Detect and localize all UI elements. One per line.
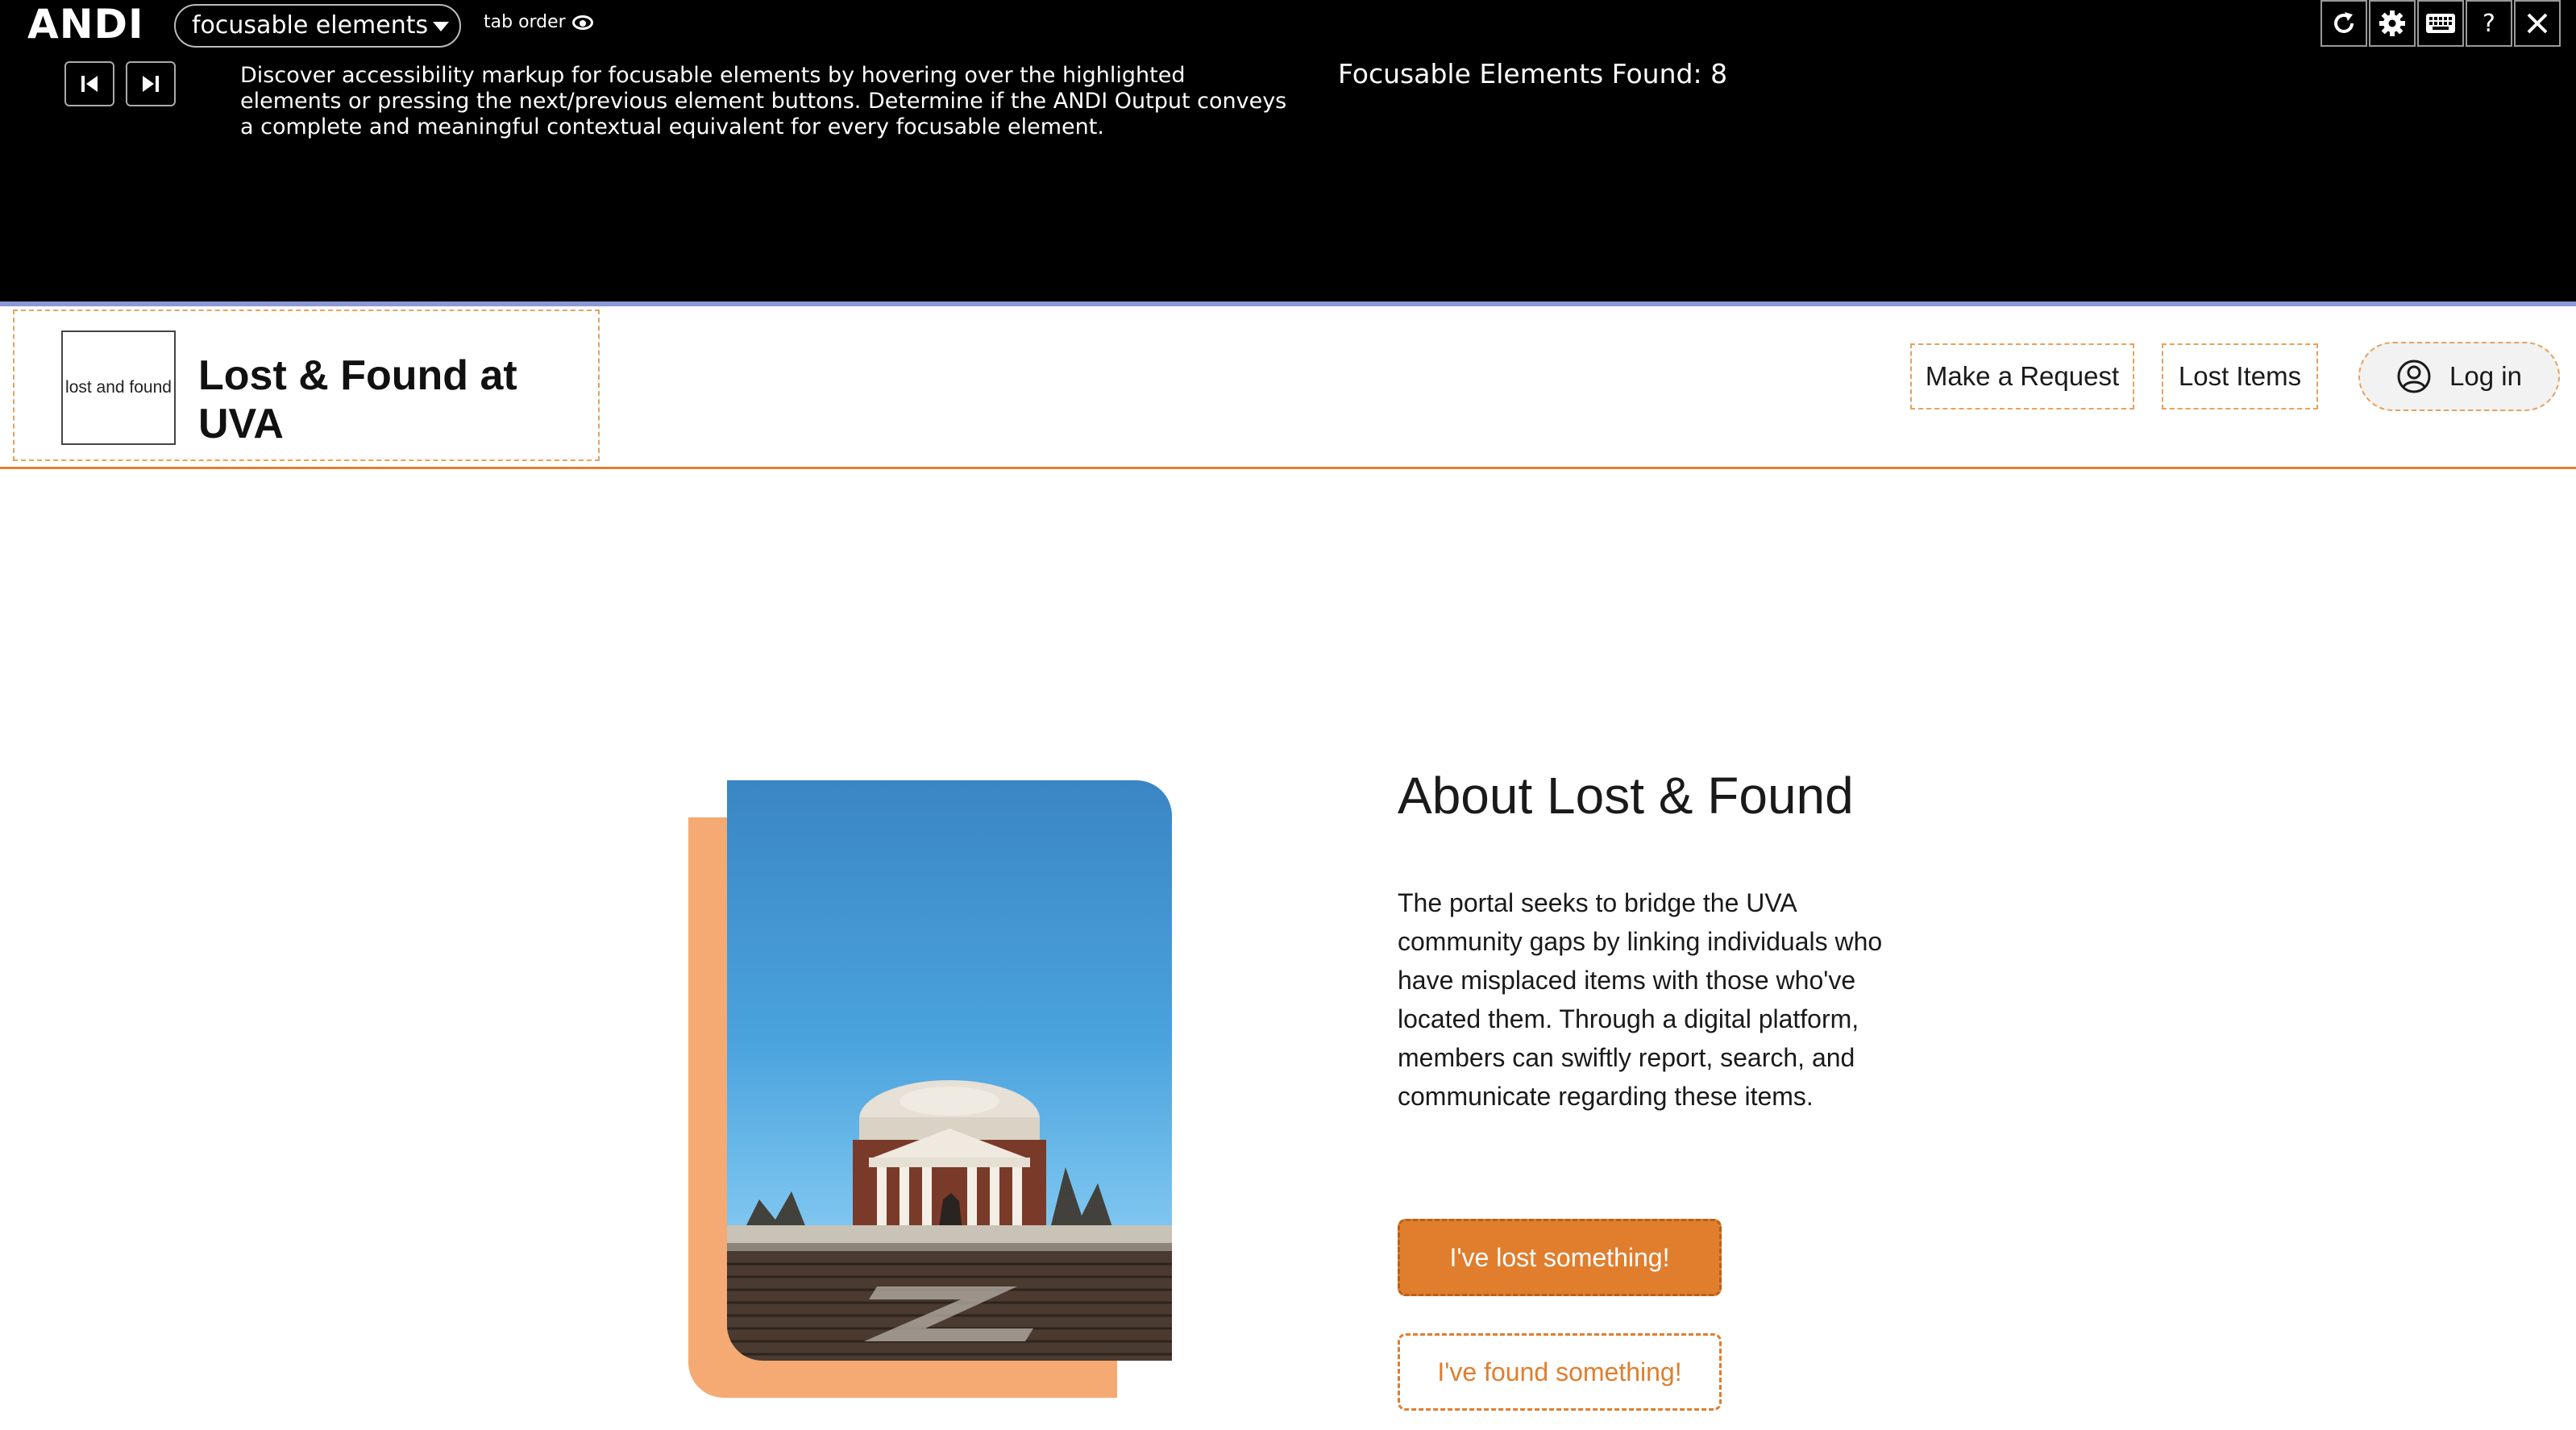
about-heading: About Lost & Found bbox=[1398, 767, 1854, 825]
site-logo-alt-text: lost and found bbox=[65, 378, 172, 397]
previous-element-button[interactable] bbox=[64, 61, 114, 106]
help-icon: ? bbox=[2483, 9, 2495, 38]
keyboard-button[interactable] bbox=[2417, 0, 2464, 47]
focusable-count: Focusable Elements Found: 8 bbox=[1338, 56, 1727, 92]
close-icon bbox=[2527, 13, 2548, 34]
nav-lost-items-label: Lost Items bbox=[2178, 361, 2302, 391]
nav-lost-items[interactable]: Lost Items bbox=[2162, 343, 2318, 409]
lost-something-button[interactable]: I've lost something! bbox=[1398, 1219, 1722, 1296]
gear-icon bbox=[2379, 10, 2405, 36]
user-icon bbox=[2397, 360, 2431, 393]
site-logo: lost and found bbox=[61, 330, 176, 445]
focusable-count-value: 8 bbox=[1710, 58, 1728, 89]
help-button[interactable]: ? bbox=[2466, 0, 2512, 47]
refresh-icon bbox=[2334, 12, 2354, 33]
login-button[interactable]: Log in bbox=[2358, 342, 2560, 411]
refresh-button[interactable] bbox=[2320, 0, 2367, 47]
about-description: The portal seeks to bridge the UVA commu… bbox=[1398, 888, 1883, 1111]
module-select-label: focusable elements bbox=[192, 11, 429, 39]
lost-something-label: I've lost something! bbox=[1449, 1242, 1670, 1272]
hero-image bbox=[688, 780, 1172, 1399]
andi-toolbar: ANDI focusable elements tab order Discov… bbox=[0, 0, 2576, 301]
module-select[interactable]: focusable elements bbox=[174, 4, 461, 48]
settings-button[interactable] bbox=[2369, 0, 2416, 47]
andi-logo: ANDI bbox=[27, 1, 144, 48]
nav-make-request[interactable]: Make a Request bbox=[1910, 343, 2134, 409]
skip-previous-icon bbox=[81, 76, 98, 92]
tab-order-toggle[interactable]: tab order bbox=[484, 10, 593, 35]
keyboard-icon bbox=[2426, 14, 2455, 33]
tab-order-label: tab order bbox=[484, 12, 566, 32]
nav-make-request-label: Make a Request bbox=[1925, 361, 2120, 391]
home-link[interactable]: lost and found Lost & Found at UVA bbox=[13, 310, 600, 461]
rotunda-illustration bbox=[727, 1080, 1172, 1361]
eye-icon bbox=[571, 15, 593, 30]
site-title: Lost & Found at UVA bbox=[198, 352, 517, 447]
andi-description: Discover accessibility markup for focusa… bbox=[240, 63, 1287, 139]
focusable-count-label: Focusable Elements Found: bbox=[1338, 58, 1702, 89]
chevron-down-icon bbox=[433, 21, 450, 31]
login-label: Log in bbox=[2449, 361, 2522, 391]
next-element-button[interactable] bbox=[126, 61, 176, 106]
site-header: lost and found Lost & Found at UVA Make … bbox=[0, 306, 2576, 469]
found-something-label: I've found something! bbox=[1437, 1357, 1682, 1386]
skip-next-icon bbox=[143, 76, 159, 92]
rotunda-photo bbox=[727, 780, 1172, 1361]
close-button[interactable] bbox=[2514, 0, 2561, 47]
found-something-button[interactable]: I've found something! bbox=[1398, 1333, 1722, 1411]
